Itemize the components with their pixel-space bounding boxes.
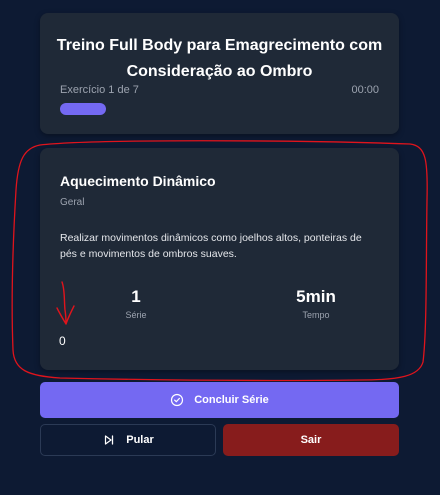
exit-label: Sair	[300, 434, 322, 446]
skip-button[interactable]: Pular	[40, 424, 216, 456]
series-label: Série	[125, 310, 147, 320]
completed-series-counter: 0	[59, 334, 66, 348]
check-circle-icon	[170, 393, 184, 407]
time-stat: 5min Tempo	[256, 287, 376, 320]
exercise-category: Geral	[60, 197, 85, 208]
skip-forward-icon	[102, 433, 116, 447]
exercise-name: Aquecimento Dinâmico	[60, 173, 216, 189]
time-value: 5min	[296, 287, 336, 306]
complete-series-button[interactable]: Concluir Série	[40, 382, 399, 418]
workout-timer: 00:00	[351, 84, 379, 96]
series-stat: 1 Série	[76, 287, 196, 320]
complete-series-label: Concluir Série	[194, 394, 269, 406]
workout-progress-fill	[60, 103, 106, 115]
workout-header-card: Treino Full Body para Emagrecimento com …	[40, 13, 399, 134]
skip-label: Pular	[126, 434, 154, 446]
exercise-counter: Exercício 1 de 7	[60, 84, 139, 96]
workout-progress-bar	[60, 103, 379, 115]
exercise-card: Aquecimento Dinâmico Geral Realizar movi…	[40, 148, 399, 370]
exit-button[interactable]: Sair	[223, 424, 399, 456]
workout-title: Treino Full Body para Emagrecimento com …	[56, 37, 383, 80]
exercise-description: Realizar movimentos dinâmicos como joelh…	[60, 232, 362, 260]
series-value: 1	[131, 287, 141, 306]
time-label: Tempo	[302, 310, 330, 320]
